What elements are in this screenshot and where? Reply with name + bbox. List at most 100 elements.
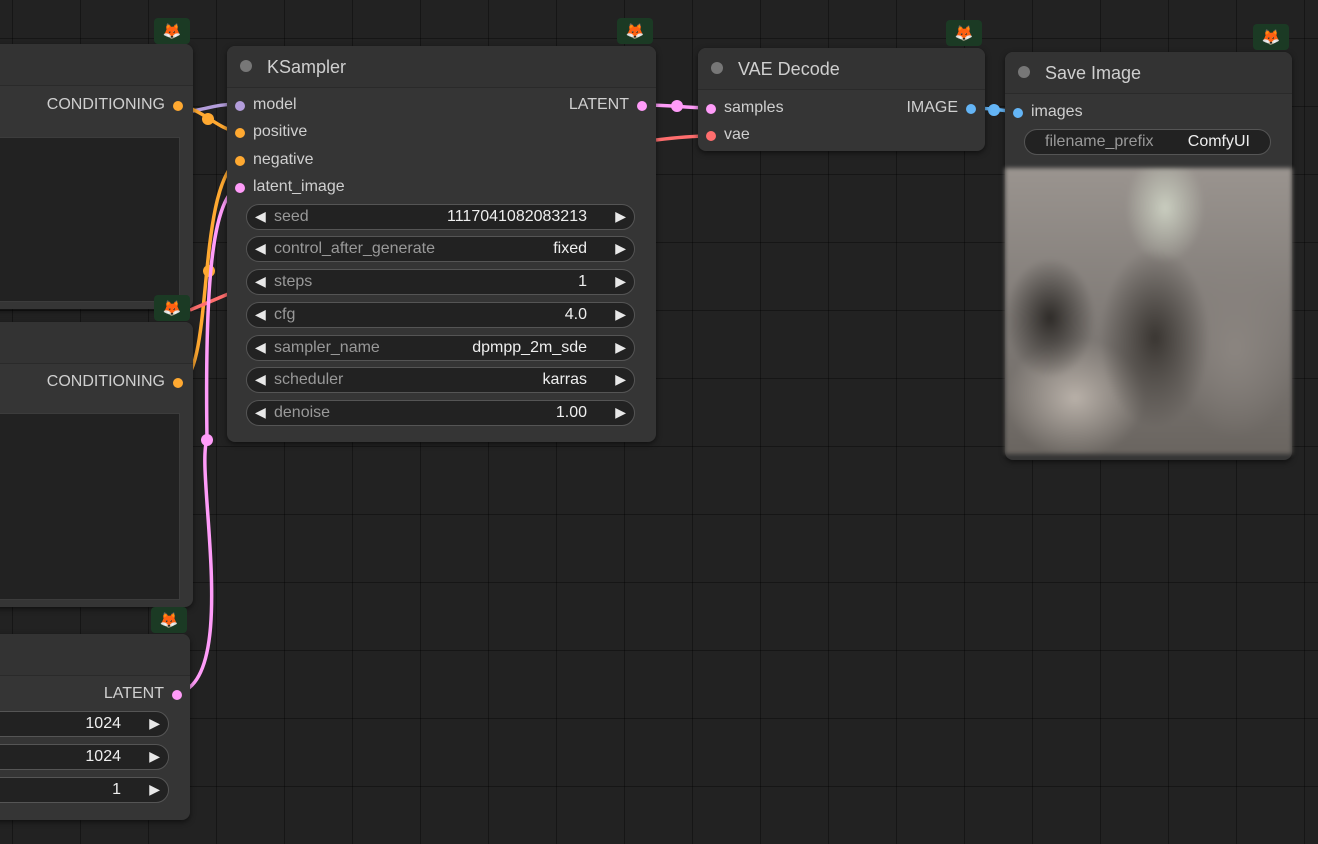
output-conditioning-negative[interactable]: CONDITIONING [0,373,183,393]
node-title-bar[interactable] [0,44,193,86]
latent-slot-dot[interactable] [235,183,245,193]
increment-arrow-icon[interactable]: ▶ [149,781,160,798]
node-title-bar[interactable]: VAE Decode [698,48,985,90]
vae-decode-node[interactable]: VAE Decode samples vae IMAGE [698,48,985,151]
increment-arrow-icon[interactable]: ▶ [149,748,160,765]
node-title-bar[interactable]: Save Image [1005,52,1292,94]
image-slot-dot[interactable] [966,104,976,114]
decrement-arrow-icon[interactable]: ◀ [255,339,266,356]
widget-name: control_after_generate [274,240,435,257]
latent-slot-dot[interactable] [637,101,647,111]
image-slot-dot[interactable] [1013,108,1023,118]
widget-value: dpmpp_2m_sde [472,339,587,356]
widget-name: seed [274,208,309,225]
fox-icon: 🦊 [1253,24,1289,50]
increment-arrow-icon[interactable]: ▶ [615,339,626,356]
output-label: LATENT [568,96,629,113]
output-label: IMAGE [906,99,958,116]
conditioning-slot-dot[interactable] [173,101,183,111]
widget-name: denoise [274,404,331,421]
latent-slot-dot[interactable] [706,104,716,114]
cfg-widget[interactable]: ◀ cfg 4.0 ▶ [246,302,635,328]
increment-arrow-icon[interactable]: ▶ [149,715,160,732]
scheduler-widget[interactable]: ◀ scheduler karras ▶ [246,367,635,393]
output-label: CONDITIONING [46,373,165,390]
decrement-arrow-icon[interactable]: ◀ [255,240,266,257]
prompt-text-area[interactable] [0,137,180,302]
decrement-arrow-icon[interactable]: ◀ [255,306,266,323]
sampler-name-widget[interactable]: ◀ sampler_name dpmpp_2m_sde ▶ [246,335,635,361]
decrement-arrow-icon[interactable]: ◀ [255,371,266,388]
widget-value: 4.0 [564,306,587,323]
fox-icon: 🦊 [154,295,190,321]
batch-size-value: 1 [112,781,121,798]
input-label: vae [724,126,750,143]
widget-name: steps [274,273,313,290]
widget-name: scheduler [274,371,344,388]
conditioning-slot-dot[interactable] [235,128,245,138]
fox-icon: 🦊 [617,18,653,44]
increment-arrow-icon[interactable]: ▶ [615,404,626,421]
output-image[interactable]: IMAGE [876,99,976,119]
prompt-text-area[interactable] [0,413,180,600]
seed-widget[interactable]: ◀ seed 1117041082083213 ▶ [246,204,635,230]
conditioning-slot-dot[interactable] [235,156,245,166]
decrement-arrow-icon[interactable]: ◀ [255,404,266,421]
increment-arrow-icon[interactable]: ▶ [615,306,626,323]
vae-slot-dot[interactable] [706,131,716,141]
generated-image-preview[interactable] [1005,168,1292,454]
node-title-bar[interactable] [0,322,193,364]
collapse-dot-icon[interactable] [711,62,723,74]
widget-name: cfg [274,306,296,323]
collapse-dot-icon[interactable] [1018,66,1030,78]
widget-value: 1.00 [555,404,587,421]
denoise-widget[interactable]: ◀ denoise 1.00 ▶ [246,400,635,426]
increment-arrow-icon[interactable]: ▶ [615,371,626,388]
node-title-bar[interactable]: KSampler [227,46,656,88]
input-label: positive [253,123,308,140]
input-label: negative [253,151,314,168]
fox-icon: 🦊 [151,607,187,633]
input-label: samples [724,99,784,116]
widget-name: sampler_name [274,339,380,356]
conditioning-slot-dot[interactable] [173,378,183,388]
node-title-bar[interactable] [0,634,190,676]
decrement-arrow-icon[interactable]: ◀ [255,208,266,225]
model-slot-dot[interactable] [235,101,245,111]
increment-arrow-icon[interactable]: ▶ [615,240,626,257]
input-label: latent_image [253,178,345,195]
batch-size-widget[interactable]: 1 ▶ [0,777,169,803]
widget-value: 1117041082083213 [447,208,587,225]
widget-value: fixed [553,240,587,257]
link-images-midpoint [988,104,1000,116]
increment-arrow-icon[interactable]: ▶ [615,273,626,290]
increment-arrow-icon[interactable]: ▶ [615,208,626,225]
save-image-node[interactable]: Save Image images filename_prefix ComfyU… [1005,52,1292,460]
filename-prefix-widget[interactable]: filename_prefix ComfyUI [1024,129,1271,155]
positive-text-encode-node[interactable]: CONDITIONING [0,44,193,309]
node-title: Save Image [1045,63,1142,83]
output-latent[interactable]: LATENT [527,96,647,116]
output-latent[interactable]: LATENT [0,685,182,705]
widget-name: filename_prefix [1045,133,1154,150]
latent-slot-dot[interactable] [172,690,182,700]
empty-latent-node[interactable]: LATENT 1024 ▶ 1024 ▶ 1 ▶ [0,634,190,820]
link-samples-midpoint [671,100,683,112]
input-label: model [253,96,297,113]
steps-widget[interactable]: ◀ steps 1 ▶ [246,269,635,295]
widget-value: ComfyUI [1187,133,1250,150]
fox-icon: 🦊 [154,18,190,44]
node-title: VAE Decode [738,59,840,79]
width-widget[interactable]: 1024 ▶ [0,711,169,737]
output-label: CONDITIONING [46,96,165,113]
height-widget[interactable]: 1024 ▶ [0,744,169,770]
link-positive-midpoint [202,113,214,125]
output-conditioning-positive[interactable]: CONDITIONING [0,96,183,116]
ksampler-node[interactable]: KSampler model positive negative latent_… [227,46,656,442]
collapse-dot-icon[interactable] [240,60,252,72]
decrement-arrow-icon[interactable]: ◀ [255,273,266,290]
negative-text-encode-node[interactable]: CONDITIONING [0,322,193,607]
link-latent-midpoint [201,434,213,446]
fox-icon: 🦊 [946,20,982,46]
control-after-generate-widget[interactable]: ◀ control_after_generate fixed ▶ [246,236,635,262]
